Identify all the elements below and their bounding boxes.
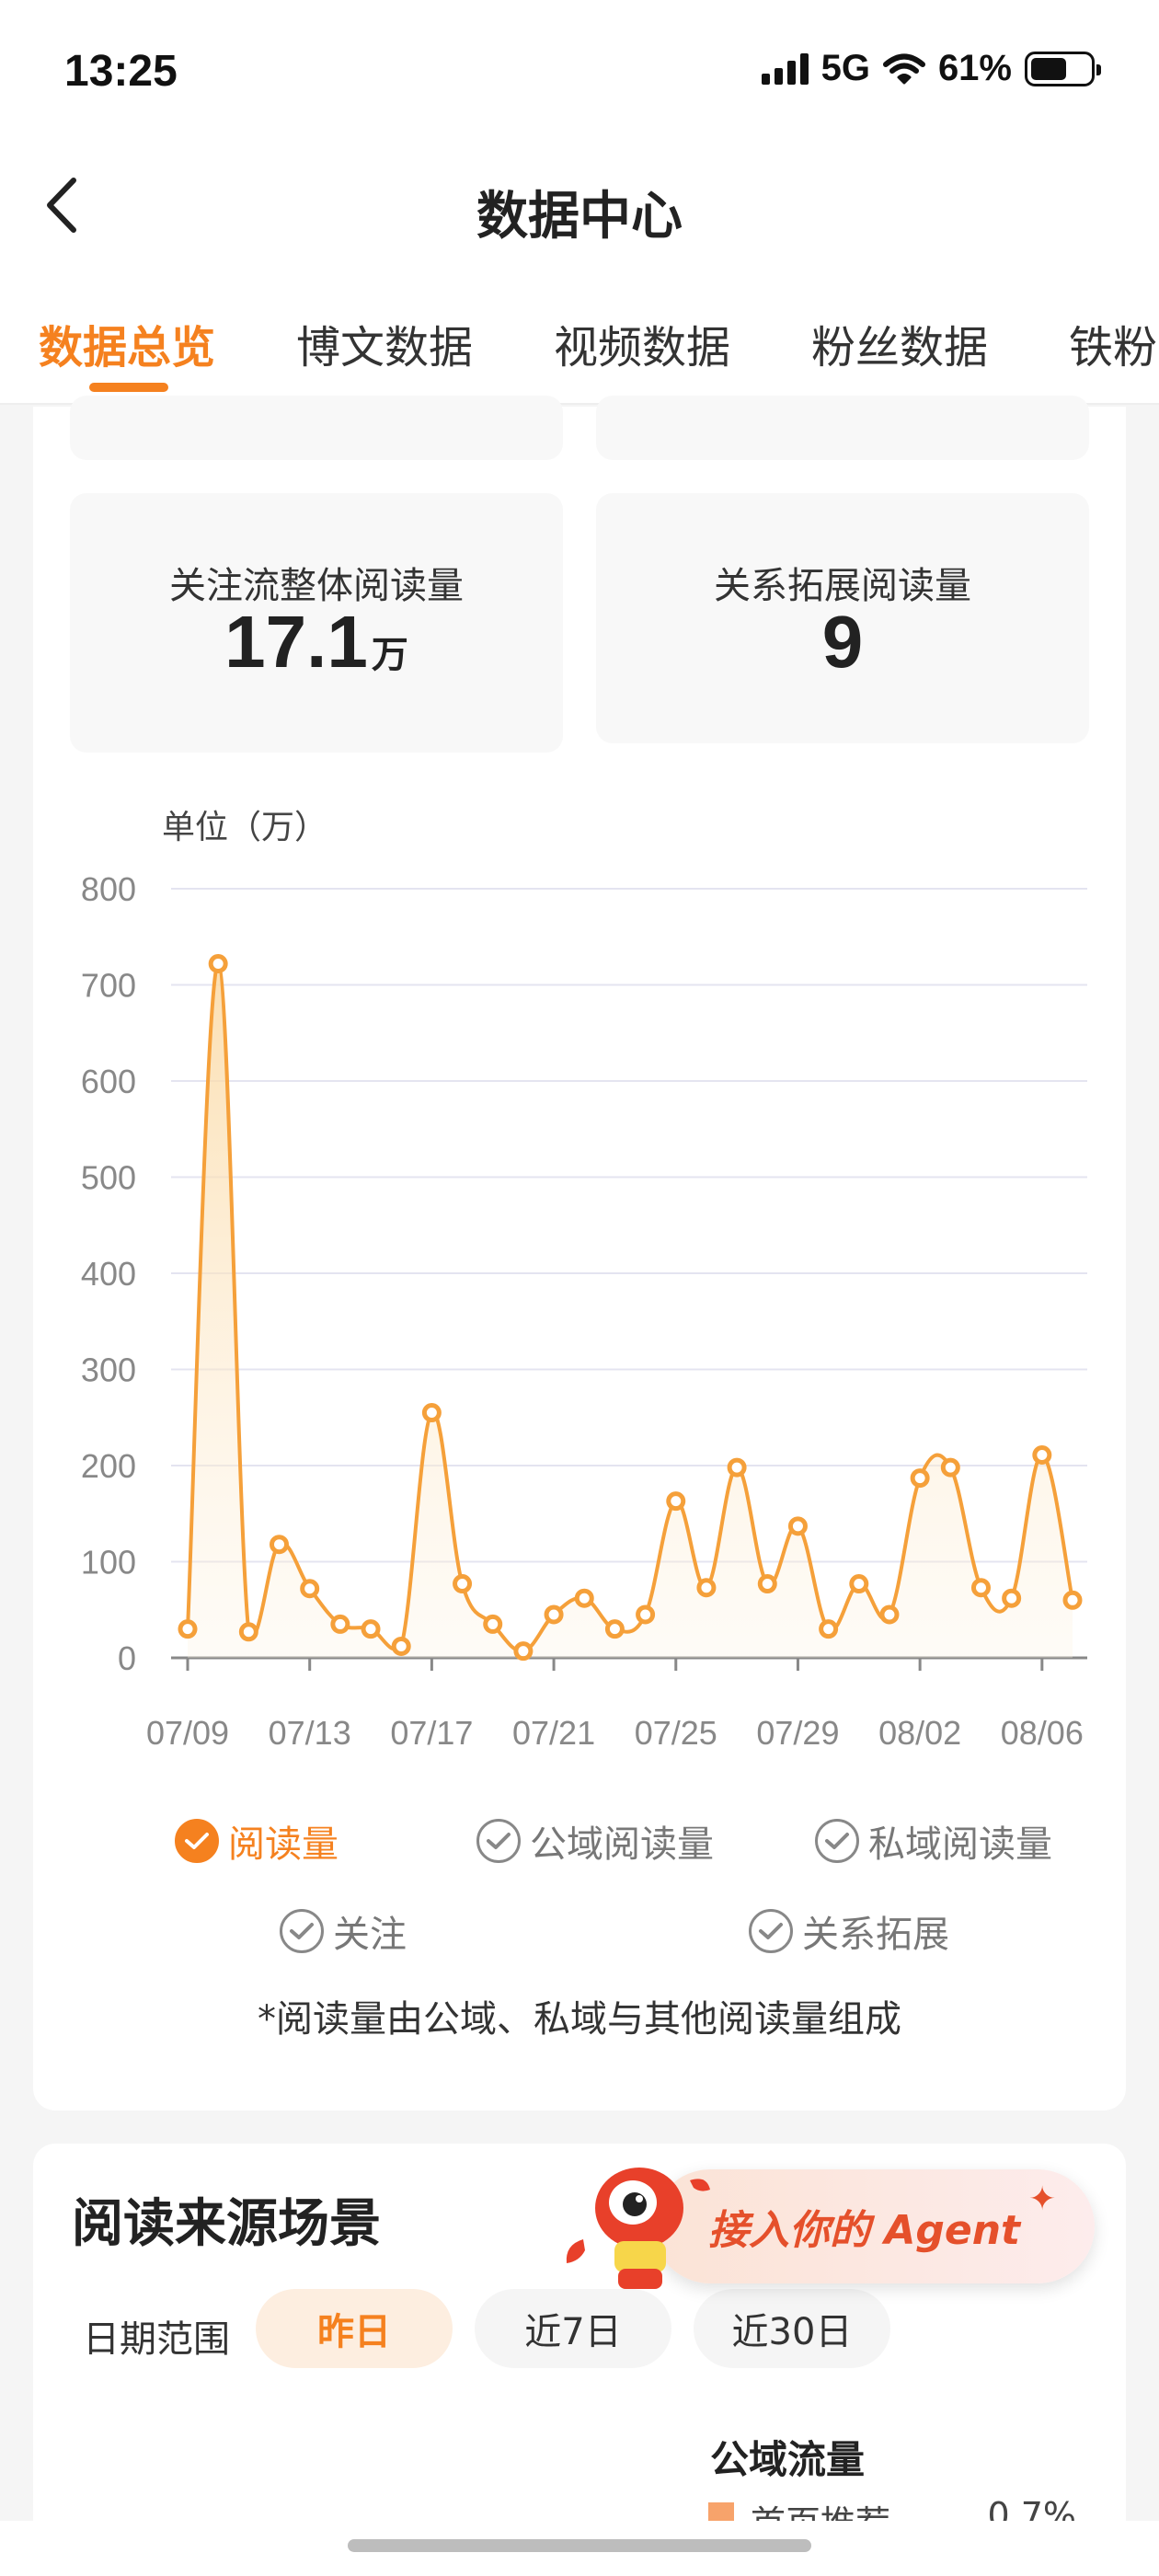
date-7days[interactable]: 近7日 bbox=[475, 2289, 671, 2368]
y-tick-label: 800 bbox=[81, 870, 136, 908]
mascot-icon bbox=[566, 2168, 710, 2289]
data-point bbox=[910, 1468, 930, 1489]
legend-relation[interactable]: 关系拓展 bbox=[749, 1904, 949, 1958]
x-tick-label: 07/17 bbox=[390, 1714, 473, 1752]
data-point bbox=[330, 1614, 350, 1634]
agent-text: 接入你的 Agent bbox=[708, 2207, 1021, 2254]
data-point bbox=[178, 1619, 198, 1639]
y-tick-label: 600 bbox=[81, 1063, 136, 1100]
data-point bbox=[300, 1579, 320, 1599]
data-point bbox=[270, 1535, 290, 1555]
check-icon bbox=[280, 1909, 324, 1953]
data-point bbox=[544, 1604, 564, 1625]
date-range-label: 日期范围 bbox=[83, 2318, 230, 2361]
x-tick-label: 07/21 bbox=[512, 1714, 595, 1752]
data-point bbox=[666, 1491, 686, 1512]
data-point bbox=[727, 1457, 747, 1478]
x-tick-label: 08/02 bbox=[878, 1714, 961, 1752]
legend-follow[interactable]: 关注 bbox=[280, 1904, 407, 1958]
data-point bbox=[1032, 1445, 1052, 1466]
data-point bbox=[421, 1403, 442, 1423]
legend-read[interactable]: 阅读量 bbox=[175, 1814, 339, 1868]
x-tick-label: 08/06 bbox=[1001, 1714, 1084, 1752]
legend-label: 公域阅读量 bbox=[530, 1823, 714, 1866]
sparkle-icon: ✦ bbox=[1028, 2180, 1057, 2218]
data-point bbox=[636, 1604, 656, 1625]
y-tick-label: 400 bbox=[81, 1255, 136, 1293]
date-30days[interactable]: 近30日 bbox=[694, 2289, 890, 2368]
check-icon bbox=[476, 1819, 521, 1863]
x-tick-label: 07/09 bbox=[146, 1714, 229, 1752]
data-point bbox=[513, 1641, 534, 1662]
data-point bbox=[787, 1516, 808, 1536]
data-point bbox=[1062, 1590, 1083, 1610]
legend-label: 关系拓展 bbox=[802, 1914, 949, 1956]
data-point bbox=[1002, 1588, 1022, 1608]
y-tick-label: 0 bbox=[118, 1639, 136, 1677]
check-icon bbox=[175, 1819, 219, 1863]
data-point bbox=[696, 1578, 717, 1598]
data-point bbox=[483, 1614, 503, 1634]
y-tick-label: 200 bbox=[81, 1447, 136, 1485]
y-tick-label: 700 bbox=[81, 967, 136, 1005]
data-point bbox=[819, 1619, 839, 1639]
y-tick-label: 100 bbox=[81, 1544, 136, 1581]
section-title: 阅读来源场景 bbox=[72, 2194, 381, 2254]
chart-note: *阅读量由公域、私域与其他阅读量组成 bbox=[258, 1998, 901, 2041]
data-point bbox=[604, 1619, 625, 1639]
series-area bbox=[188, 963, 1073, 1658]
data-point bbox=[940, 1457, 960, 1478]
check-icon bbox=[749, 1909, 793, 1953]
x-tick-label: 07/25 bbox=[635, 1714, 717, 1752]
y-tick-label: 300 bbox=[81, 1351, 136, 1389]
data-point bbox=[879, 1604, 900, 1625]
data-point bbox=[391, 1636, 411, 1656]
read-trend-chart: 0 100 200 300 400 500 600 700 800 07/09 07/13 07/17… bbox=[81, 870, 1087, 1752]
x-tick-label: 07/29 bbox=[756, 1714, 839, 1752]
legend-private-read[interactable]: 私域阅读量 bbox=[815, 1814, 1052, 1868]
x-tick-label: 07/13 bbox=[269, 1714, 351, 1752]
data-point bbox=[849, 1574, 869, 1594]
legend-label: 关注 bbox=[333, 1914, 407, 1956]
public-traffic-label: 公域流量 bbox=[710, 2437, 866, 2482]
data-point bbox=[361, 1619, 381, 1639]
data-point bbox=[757, 1574, 777, 1594]
date-yesterday[interactable]: 昨日 bbox=[256, 2289, 453, 2368]
y-tick-label: 500 bbox=[81, 1159, 136, 1197]
legend-label: 私域阅读量 bbox=[868, 1823, 1052, 1866]
agent-banner[interactable]: 接入你的 Agent ✦ bbox=[561, 2144, 1095, 2291]
data-point bbox=[574, 1588, 594, 1608]
check-icon bbox=[815, 1819, 859, 1863]
legend-label: 阅读量 bbox=[228, 1823, 339, 1866]
home-indicator[interactable] bbox=[348, 2539, 811, 2552]
data-point bbox=[453, 1574, 473, 1594]
data-point bbox=[208, 954, 228, 974]
legend-public-read[interactable]: 公域阅读量 bbox=[476, 1814, 714, 1868]
data-point bbox=[970, 1578, 991, 1598]
data-point bbox=[238, 1622, 258, 1642]
